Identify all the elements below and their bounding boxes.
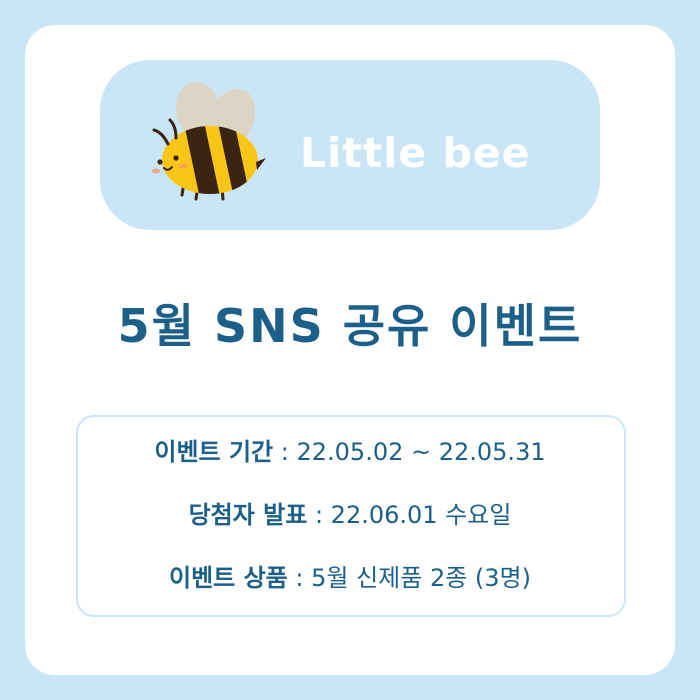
event-prize-separator: : (287, 564, 312, 592)
event-period-row: 이벤트 기간 : 22.05.02 ~ 22.05.31 (0, 435, 700, 469)
event-period-separator: : (273, 438, 297, 466)
winner-announcement-row: 당첨자 발표 : 22.06.01 수요일 (0, 498, 700, 532)
winner-announcement-separator: : (307, 501, 331, 529)
event-prize-value: 5월 신제품 2종 (3명) (311, 564, 531, 592)
event-period-label: 이벤트 기간 (154, 438, 274, 466)
winner-announcement-value: 22.06.01 수요일 (330, 501, 512, 529)
winner-announcement-label: 당첨자 발표 (188, 501, 308, 529)
brand-name: Little bee (300, 129, 531, 177)
event-period-value: 22.05.02 ~ 22.05.31 (296, 438, 546, 466)
bee-icon (152, 82, 266, 201)
event-headline: 5월 SNS 공유 이벤트 (117, 299, 583, 353)
event-prize-row: 이벤트 상품 : 5월 신제품 2종 (3명) (0, 561, 700, 595)
event-prize-label: 이벤트 상품 (168, 564, 288, 592)
